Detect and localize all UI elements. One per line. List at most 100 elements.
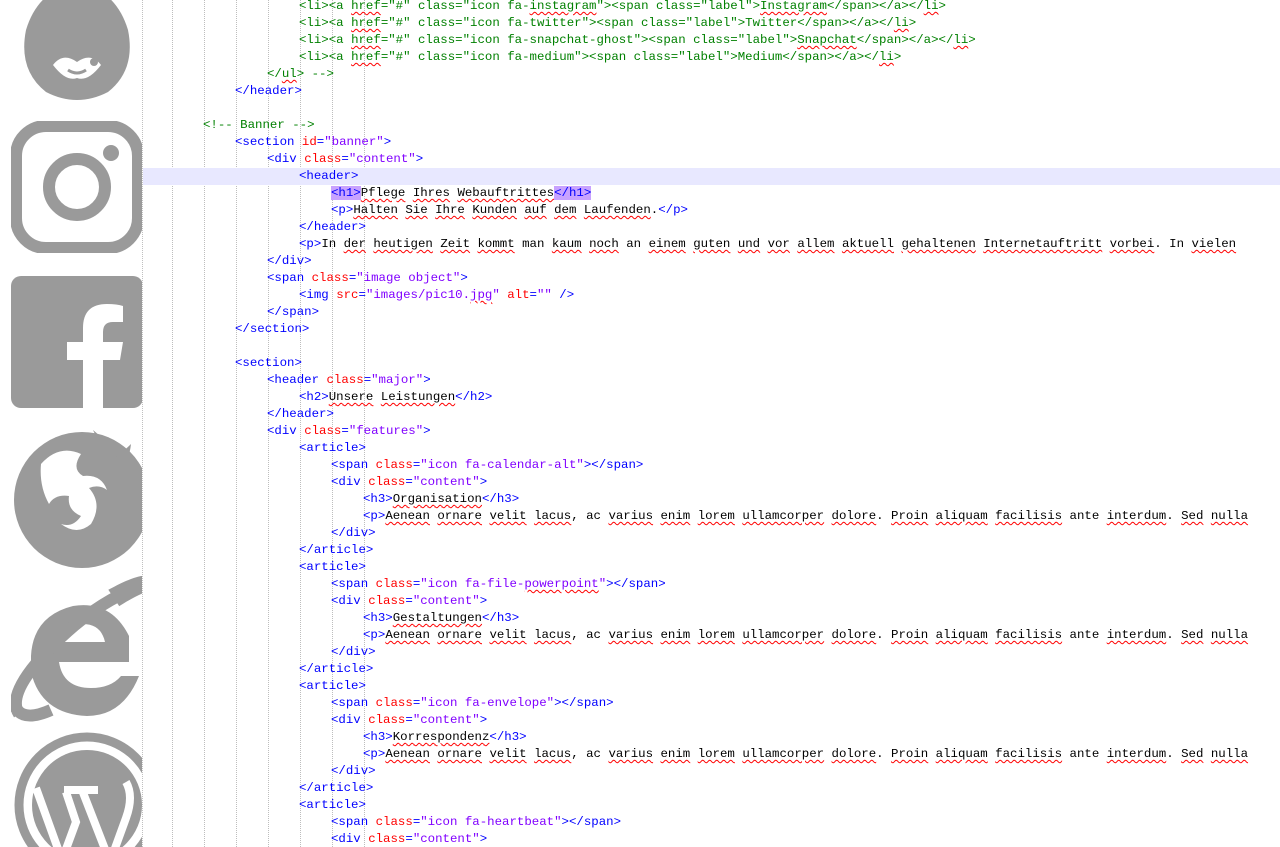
code-line[interactable]: <h3>Gestaltungen</h3> — [143, 610, 1280, 627]
code-line[interactable]: <div class="content"> — [143, 831, 1280, 847]
code-token: </h3> — [481, 492, 520, 506]
code-line[interactable]: <div class="features"> — [143, 423, 1280, 440]
code-line[interactable]: <h1>Pflege Ihres Webauftrittes</h1> — [143, 185, 1280, 202]
code-line[interactable]: <!-- Banner --> — [143, 117, 1280, 134]
code-line[interactable]: </span> — [143, 304, 1280, 321]
code-line[interactable]: <p>Halten Sie Ihre Kunden auf dem Laufen… — [143, 202, 1280, 219]
code-line[interactable]: </section> — [143, 321, 1280, 338]
code-token: class — [368, 475, 406, 489]
code-token: dolore — [831, 509, 877, 523]
code-token: ul — [281, 67, 297, 81]
code-token: "content" — [412, 832, 480, 846]
code-token: ullamcorper — [742, 628, 825, 642]
code-token: . — [1166, 628, 1182, 642]
code-line[interactable]: </div> — [143, 763, 1280, 780]
code-token: aktuell — [841, 237, 894, 251]
code-token: man — [514, 237, 552, 251]
code-line[interactable] — [143, 100, 1280, 117]
code-token: <span — [331, 815, 376, 829]
code-token: dolore — [831, 747, 877, 761]
code-line[interactable]: <section id="banner"> — [143, 134, 1280, 151]
code-line[interactable]: <div class="content"> — [143, 474, 1280, 491]
code-token: class — [368, 594, 406, 608]
code-token: </div> — [331, 526, 376, 540]
code-line[interactable]: </article> — [143, 780, 1280, 797]
icon-gutter — [0, 0, 142, 847]
code-line[interactable]: </article> — [143, 661, 1280, 678]
code-line[interactable]: <img src="images/pic10.jpg" alt="" /> — [143, 287, 1280, 304]
line-content: <header class="major"> — [267, 372, 431, 389]
code-line[interactable]: </header> — [143, 406, 1280, 423]
code-token: Pflege — [360, 186, 406, 200]
code-line[interactable]: <span class="icon fa-heartbeat"></span> — [143, 814, 1280, 831]
code-token: aliquam — [935, 509, 988, 523]
code-line[interactable]: </div> — [143, 644, 1280, 661]
code-line[interactable]: <div class="content"> — [143, 712, 1280, 729]
code-token: </p> — [658, 203, 688, 217]
code-token: "image object" — [356, 271, 461, 285]
code-line[interactable]: <section> — [143, 355, 1280, 372]
code-line[interactable]: <article> — [143, 797, 1280, 814]
code-editor[interactable]: <li><a href="#" class="icon fa-snapchat"… — [143, 0, 1280, 847]
code-line[interactable]: <p>Aenean ornare velit lacus, ac varius … — [143, 746, 1280, 763]
code-line[interactable]: <article> — [143, 440, 1280, 457]
code-line[interactable]: <li><a href="#" class="icon fa-medium"><… — [143, 49, 1280, 66]
code-token: href — [351, 33, 381, 47]
code-token: </article> — [299, 543, 374, 557]
code-token: class — [375, 577, 413, 591]
code-token: > — [968, 33, 976, 47]
code-line[interactable]: <article> — [143, 559, 1280, 576]
line-content: </header> — [299, 219, 366, 236]
code-token: > — [479, 832, 488, 846]
code-token: </article> — [299, 781, 374, 795]
line-content: <section> — [235, 355, 302, 372]
line-content: <div class="features"> — [267, 423, 431, 440]
code-token: kommt — [477, 237, 515, 251]
code-line[interactable]: <h3>Korrespondenz</h3> — [143, 729, 1280, 746]
code-token: </span></a></ — [826, 0, 924, 13]
code-line[interactable]: <span class="image object"> — [143, 270, 1280, 287]
code-line[interactable]: <header class="major"> — [143, 372, 1280, 389]
code-line[interactable] — [143, 338, 1280, 355]
code-line[interactable]: <h3>Organisation</h3> — [143, 491, 1280, 508]
code-token: > --> — [296, 67, 334, 81]
code-line[interactable]: </div> — [143, 253, 1280, 270]
code-line[interactable]: </article> — [143, 542, 1280, 559]
code-token: "" — [536, 288, 552, 302]
code-token: "images/pic10. — [365, 288, 471, 302]
line-content: <p>Halten Sie Ihre Kunden auf dem Laufen… — [331, 202, 688, 219]
code-line[interactable]: <h2>Unsere Leistungen</h2> — [143, 389, 1280, 406]
code-line[interactable]: <span class="icon fa-calendar-alt"></spa… — [143, 457, 1280, 474]
code-line[interactable]: <article> — [143, 678, 1280, 695]
code-line[interactable]: <div class="content"> — [143, 593, 1280, 610]
line-content: <li><a href="#" class="icon fa-snapchat-… — [299, 32, 976, 49]
code-token: ante — [1062, 628, 1107, 642]
code-line[interactable]: <div class="content"> — [143, 151, 1280, 168]
code-line[interactable]: <p>Aenean ornare velit lacus, ac varius … — [143, 508, 1280, 525]
line-content: <h3>Korrespondenz</h3> — [363, 729, 527, 746]
line-content: <article> — [299, 559, 366, 576]
code-token: class — [326, 373, 364, 387]
code-token: "content" — [348, 152, 416, 166]
code-line[interactable]: <p>In der heutigen Zeit kommt man kaum n… — [143, 236, 1280, 253]
code-line[interactable]: <span class="icon fa-envelope"></span> — [143, 695, 1280, 712]
code-token: ></span> — [583, 458, 644, 472]
code-line[interactable]: <li><a href="#" class="icon fa-twitter">… — [143, 15, 1280, 32]
code-line[interactable]: <li><a href="#" class="icon fa-snapchat-… — [143, 32, 1280, 49]
code-line[interactable]: </header> — [143, 83, 1280, 100]
code-line[interactable]: <p>Aenean ornare velit lacus, ac varius … — [143, 627, 1280, 644]
code-line[interactable]: <span class="icon fa-file-powerpoint"></… — [143, 576, 1280, 593]
code-line[interactable]: <li><a href="#" class="icon fa-instagram… — [143, 0, 1280, 15]
code-line[interactable]: </header> — [143, 219, 1280, 236]
code-token: ullamcorper — [742, 509, 825, 523]
line-content: </header> — [267, 406, 334, 423]
current-code-line[interactable]: <header> — [143, 168, 1280, 185]
code-line[interactable]: </div> — [143, 525, 1280, 542]
code-token: src — [336, 288, 359, 302]
code-token: ornare — [437, 628, 482, 642]
code-line[interactable]: </ul> --> — [143, 66, 1280, 83]
code-token: velit — [489, 509, 527, 523]
